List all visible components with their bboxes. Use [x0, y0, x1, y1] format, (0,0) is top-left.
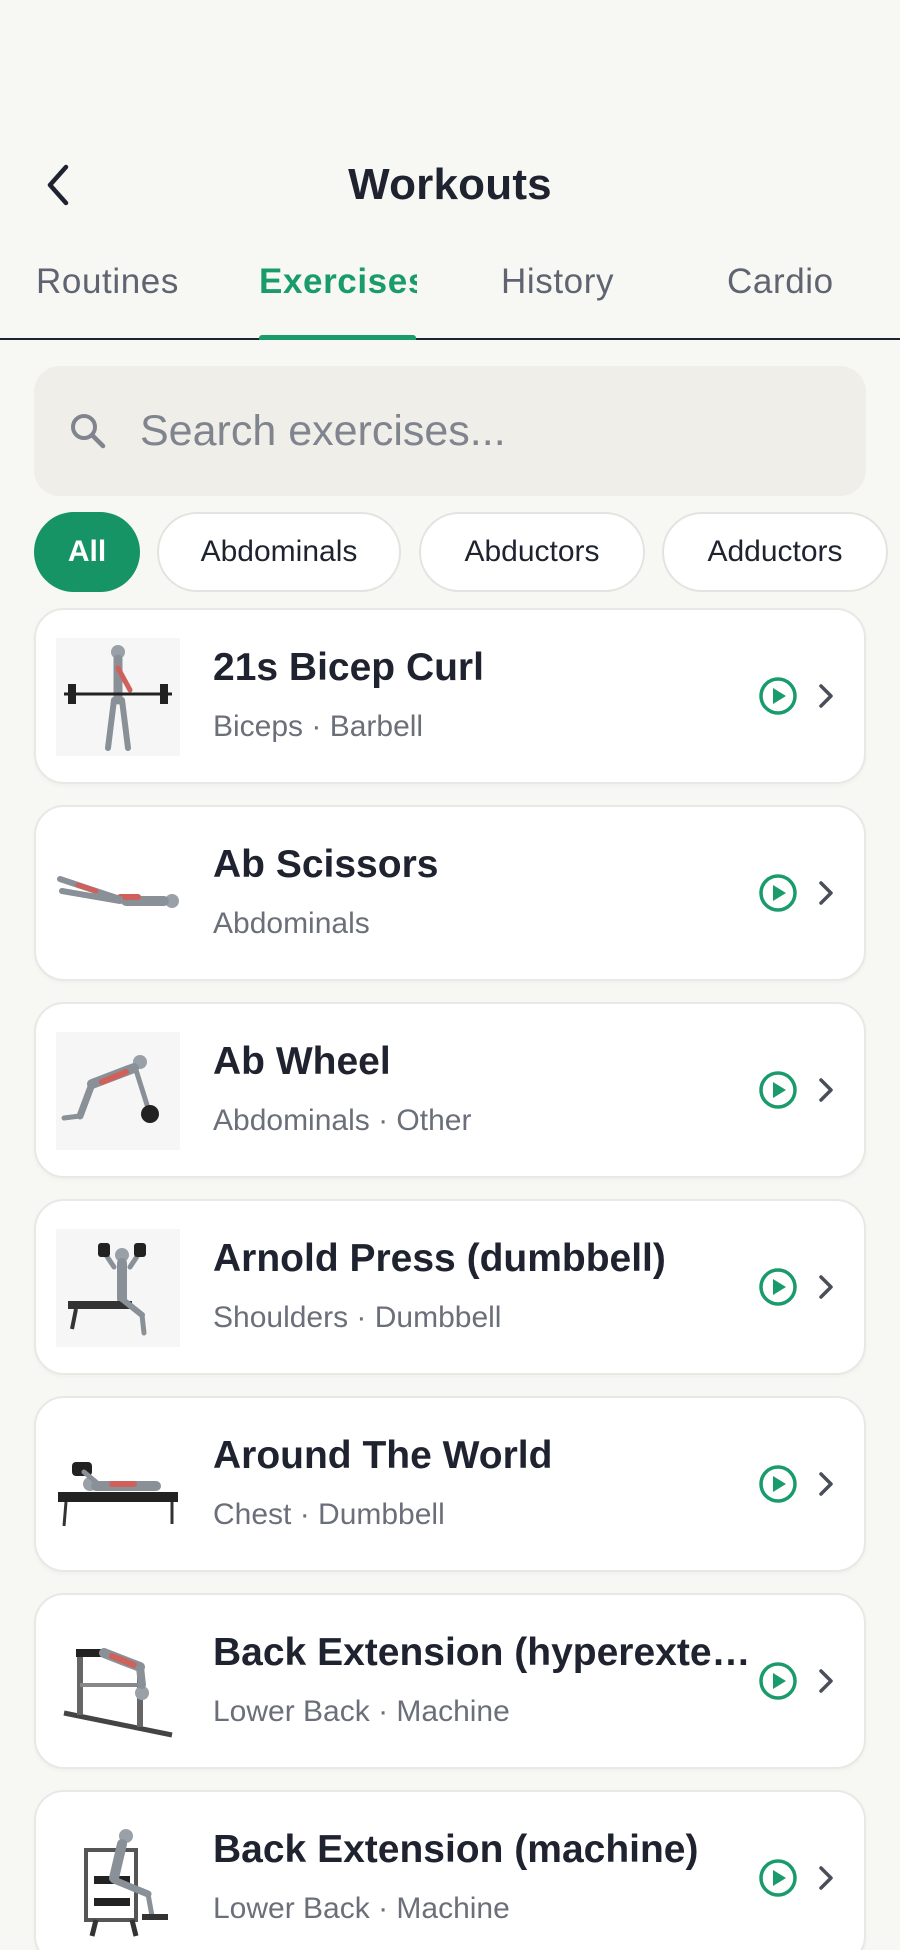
top-app-bar: Workouts: [0, 140, 900, 230]
filter-chip-all[interactable]: All: [34, 512, 140, 592]
active-tab-indicator: [259, 335, 416, 340]
search-icon: [62, 405, 114, 457]
filter-chip-adductors[interactable]: Adductors: [662, 512, 888, 592]
back-button[interactable]: [36, 158, 80, 212]
exercise-detail: Abdominals: [213, 907, 370, 940]
exercise-name: Arnold Press (dumbbell): [213, 1237, 666, 1280]
chevron-right-icon: [819, 1275, 833, 1299]
chevron-right-icon: [819, 1866, 833, 1890]
exercise-thumbnail: [56, 1623, 180, 1741]
exercise-row-ab-scissors[interactable]: Ab Scissors Abdominals: [34, 805, 866, 981]
exercise-name: Back Extension (machine): [213, 1828, 699, 1871]
tab-history[interactable]: History: [501, 262, 614, 322]
play-circle-icon[interactable]: [758, 1661, 798, 1701]
exercise-name: 21s Bicep Curl: [213, 646, 484, 689]
exercise-detail: Abdominals · Other: [213, 1104, 472, 1137]
exercise-detail: Biceps · Barbell: [213, 710, 424, 743]
chevron-right-icon: [819, 1472, 833, 1496]
filter-chip-abdominals[interactable]: Abdominals: [157, 512, 401, 592]
exercise-row-arnold-press[interactable]: Arnold Press (dumbbell) Shoulders · Dumb…: [34, 1199, 866, 1375]
exercise-row-back-extension-machine[interactable]: Back Extension (machine) Lower Back · Ma…: [34, 1790, 866, 1950]
exercise-row-21s-bicep-curl[interactable]: 21s Bicep Curl Biceps · Barbell: [34, 608, 866, 784]
exercise-name: Around The World: [213, 1434, 553, 1477]
filter-chip-abductors[interactable]: Abductors: [419, 512, 645, 592]
chevron-left-icon: [47, 164, 69, 206]
page-title: Workouts: [348, 160, 552, 209]
muscle-filter-chips: All Abdominals Abductors Adductors: [0, 512, 900, 594]
play-circle-icon[interactable]: [758, 1070, 798, 1110]
exercise-detail: Chest · Dumbbell: [213, 1498, 445, 1531]
tab-bar: Routines Exercises History Cardio: [0, 252, 900, 340]
exercise-thumbnail: [56, 1426, 180, 1544]
play-circle-icon[interactable]: [758, 1267, 798, 1307]
exercise-name: Ab Scissors: [213, 843, 439, 886]
tab-routines[interactable]: Routines: [36, 262, 179, 322]
exercise-thumbnail: [56, 1229, 180, 1347]
play-circle-icon[interactable]: [758, 676, 798, 716]
play-circle-icon[interactable]: [758, 1858, 798, 1898]
exercise-detail: Lower Back · Machine: [213, 1892, 510, 1925]
exercise-row-around-the-world[interactable]: Around The World Chest · Dumbbell: [34, 1396, 866, 1572]
chevron-right-icon: [819, 1078, 833, 1102]
exercise-row-back-extension-hyperextension[interactable]: Back Extension (hyperextension) Lower Ba…: [34, 1593, 866, 1769]
exercise-thumbnail: [56, 1032, 180, 1150]
search-input[interactable]: [140, 391, 866, 471]
exercise-thumbnail: [56, 638, 180, 756]
exercise-name: Ab Wheel: [213, 1040, 391, 1083]
exercise-thumbnail: [56, 1820, 180, 1938]
search-bar[interactable]: [34, 366, 866, 496]
tab-exercises[interactable]: Exercises: [259, 262, 417, 322]
play-circle-icon[interactable]: [758, 1464, 798, 1504]
exercise-name: Back Extension (hyperextension): [213, 1631, 753, 1674]
exercise-thumbnail: [56, 835, 180, 953]
chevron-right-icon: [819, 881, 833, 905]
play-circle-icon[interactable]: [758, 873, 798, 913]
exercise-detail: Shoulders · Dumbbell: [213, 1301, 502, 1334]
chevron-right-icon: [819, 684, 833, 708]
chevron-right-icon: [819, 1669, 833, 1693]
exercise-detail: Lower Back · Machine: [213, 1695, 510, 1728]
tab-cardio[interactable]: Cardio: [727, 262, 834, 322]
exercise-row-ab-wheel[interactable]: Ab Wheel Abdominals · Other: [34, 1002, 866, 1178]
